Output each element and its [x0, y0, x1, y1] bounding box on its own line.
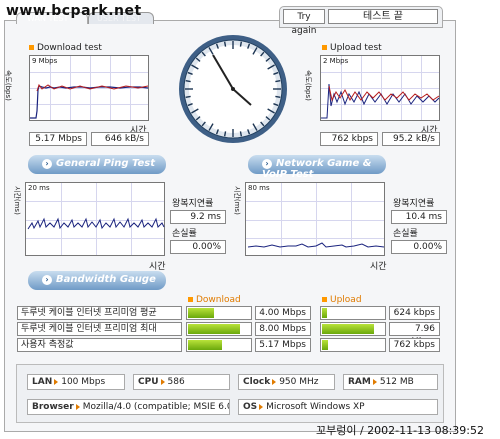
download-line: [30, 83, 149, 119]
section-network-game: › Network Game & VoIP Test: [248, 155, 386, 180]
upload-bytes: 95.2 kB/s: [382, 132, 440, 146]
download-ylabel: 속도(bps): [4, 70, 12, 101]
upload-title: Upload test: [322, 43, 382, 53]
cpu-info: CPU 586: [133, 374, 230, 390]
gauge-row-label: 두루넷 케이블 인터넷 프리미엄 최대: [17, 322, 182, 336]
gauge-row-upload-bar: [320, 338, 386, 352]
ping-latency-label: 왕복지연률: [172, 199, 214, 209]
os-info: OS Microsoft Windows XP: [238, 399, 438, 415]
game-chart: 80 ms: [245, 182, 385, 256]
browser-info: Browser Mozilla/4.0 (compatible; MSIE 6.0: [27, 399, 230, 415]
download-bytes: 646 kB/s: [91, 132, 149, 146]
download-chart: 9 Mbps: [29, 55, 149, 121]
gauge-row-upload-value: 624 kbps: [389, 306, 440, 320]
gauge-row-upload-value: 762 kbps: [389, 338, 440, 352]
gauge-row-download-value: 5.17 Mbps: [255, 338, 311, 352]
upload-chart: 2 Mbps: [320, 55, 440, 121]
ping-line: [27, 217, 165, 230]
section-bandwidth-gauge: › Bandwidth Gauge: [28, 271, 166, 290]
download-speed: 5.17 Mbps: [29, 132, 87, 146]
gauge-row-upload-value: 7.96 Mbps: [389, 322, 440, 347]
ping-latency: 9.2 ms: [170, 210, 226, 224]
ping-ylabel: 시간(ms): [13, 186, 21, 215]
ping-chart: 20 ms: [25, 182, 165, 256]
game-xlabel: 시간: [370, 262, 387, 272]
test-status-field: 테스트 끝: [328, 9, 438, 24]
game-loss: 0.00%: [391, 240, 447, 254]
gauge-row-download-value: 8.00 Mbps: [255, 322, 311, 336]
gauge-row-label: 사용자 측정값: [17, 338, 182, 352]
lan-info: LAN 100 Mbps: [27, 374, 125, 390]
section-general-ping: › General Ping Test: [28, 155, 166, 174]
upload-speed: 762 kbps: [320, 132, 378, 146]
gauge-row-upload-bar: [320, 306, 386, 320]
gauge-row-label: 두루넷 케이블 인터넷 프리미엄 평균: [17, 306, 182, 320]
gauge-row-download-value: 4.00 Mbps: [255, 306, 311, 320]
upload-ylabel: 속도(bps): [304, 70, 312, 101]
gauge-row-download-bar: [186, 338, 252, 352]
ping-loss-label: 손실률: [172, 229, 197, 239]
gauge-row-download-bar: [186, 322, 252, 336]
ram-info: RAM 512 MB: [343, 374, 438, 390]
speed-dial-gauge: [179, 35, 287, 143]
game-latency-label: 왕복지연률: [393, 199, 435, 209]
game-line: [247, 242, 385, 248]
watermark: www.bcpark.net: [6, 3, 142, 19]
gauge-row-upload-bar: [320, 322, 386, 336]
footer-signature: 꼬부렁이 / 2002-11-13 08:39:52: [316, 424, 485, 437]
try-again-button[interactable]: Try again: [283, 9, 325, 36]
game-ylabel: 시간(ms): [233, 186, 241, 215]
gauge-download-header: Download: [188, 295, 241, 305]
clock-info: Clock 950 MHz: [238, 374, 335, 390]
gauge-upload-header: Upload: [322, 295, 362, 305]
download-title: Download test: [29, 43, 102, 53]
ping-loss: 0.00%: [170, 240, 226, 254]
upload-line: [321, 83, 440, 119]
gauge-row-download-bar: [186, 306, 252, 320]
game-loss-label: 손실률: [393, 229, 418, 239]
game-latency: 10.4 ms: [391, 210, 447, 224]
